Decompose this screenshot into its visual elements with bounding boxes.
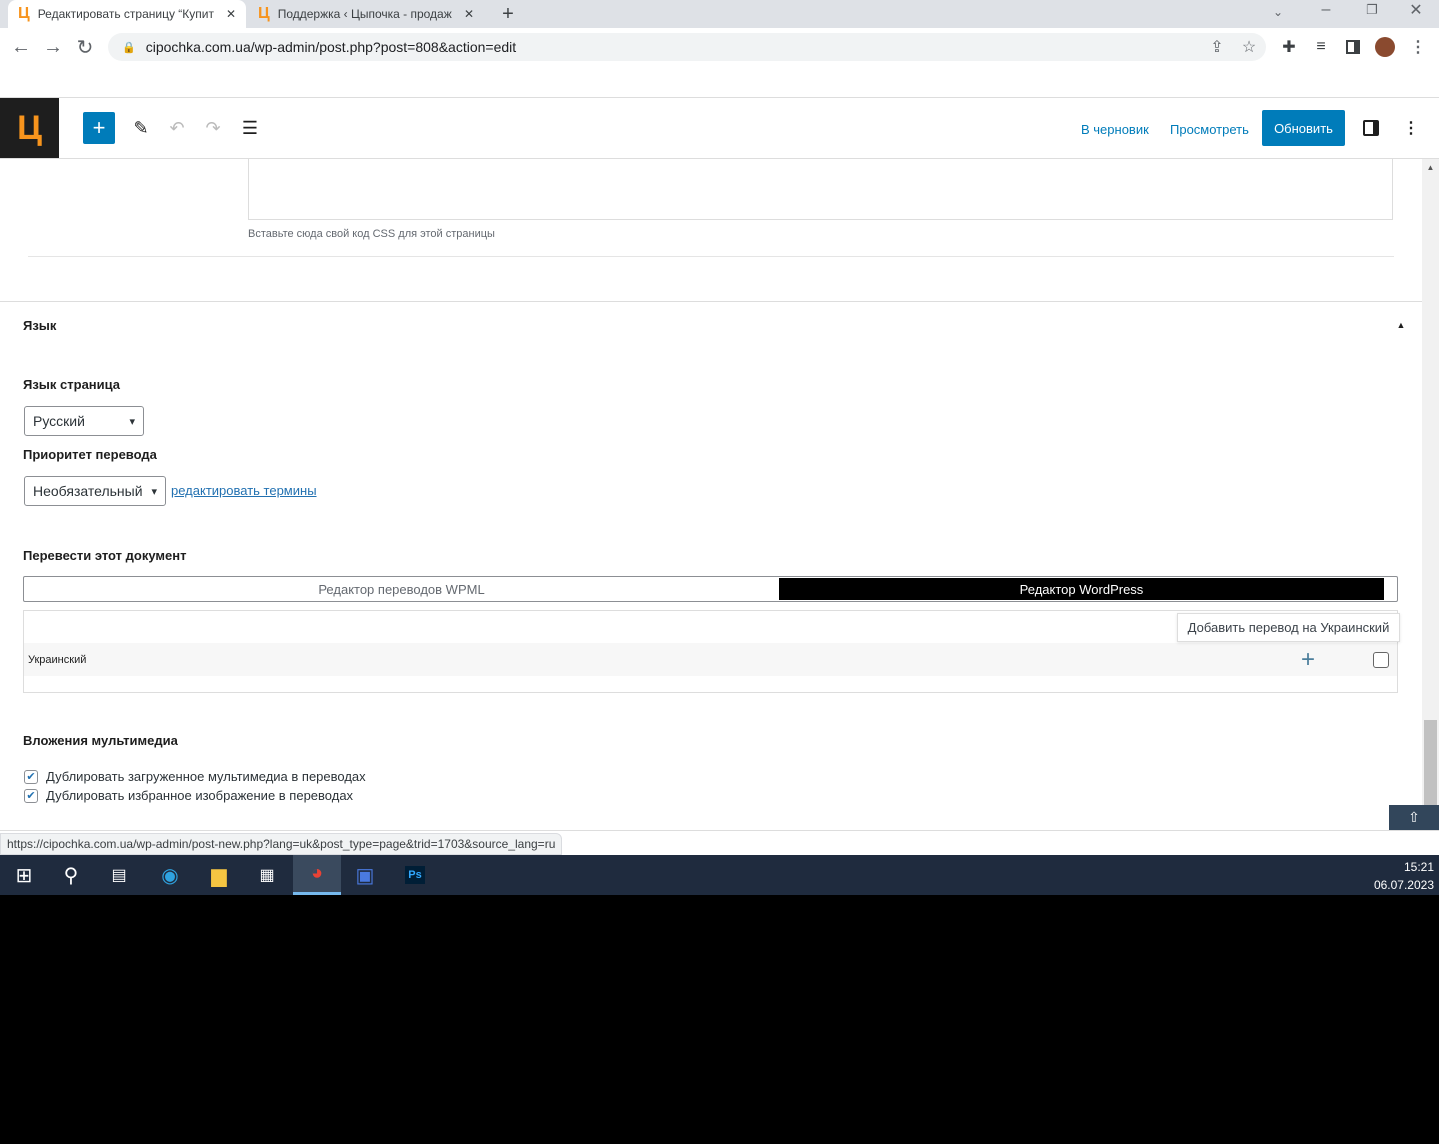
store-icon[interactable]: ▦	[243, 855, 291, 895]
update-button[interactable]: Обновить	[1262, 110, 1345, 146]
tab-search-chevron-icon[interactable]: ⌄	[1268, 2, 1288, 22]
profile-avatar[interactable]	[1375, 37, 1395, 57]
add-block-button[interactable]: +	[83, 112, 115, 144]
tab-title: Редактировать страницу “Купит	[37, 7, 214, 21]
scrollbar-thumb[interactable]	[1424, 720, 1437, 805]
priority-label: Приоритет перевода	[23, 447, 157, 462]
duplicate-media-option[interactable]: ✔ Дублировать загруженное мультимедиа в …	[24, 769, 366, 784]
settings-sidebar-icon[interactable]	[1363, 120, 1379, 136]
side-panel-icon[interactable]	[1346, 40, 1360, 54]
options-menu-icon[interactable]: ⋮	[1401, 117, 1421, 139]
photoshop-icon[interactable]: Ps	[391, 855, 439, 895]
back-to-top-icon[interactable]: ⇧	[1389, 805, 1439, 830]
save-draft-button[interactable]: В черновик	[1081, 122, 1149, 137]
divider	[0, 301, 1422, 302]
list-view-icon[interactable]: ☰	[238, 116, 262, 140]
scroll-up-icon[interactable]: ▲	[1424, 160, 1437, 174]
priority-select[interactable]: Необязательный ▾	[24, 476, 166, 506]
chevron-down-icon: ▾	[129, 415, 135, 428]
minimize-icon[interactable]: –	[1316, 0, 1336, 20]
close-window-icon[interactable]: ✕	[1406, 0, 1426, 20]
preview-button[interactable]: Просмотреть	[1170, 122, 1249, 137]
wpml-editor-option[interactable]: Редактор переводов WPML	[24, 577, 779, 601]
divider	[0, 830, 1439, 831]
chevron-down-icon: ▾	[151, 485, 157, 498]
restore-icon[interactable]: ❐	[1362, 0, 1382, 20]
translate-doc-label: Перевести этот документ	[23, 548, 187, 563]
back-icon[interactable]: ←	[10, 36, 32, 58]
add-translation-tooltip: Добавить перевод на Украинский	[1177, 613, 1400, 642]
windows-start-icon[interactable]: ⊞	[0, 855, 48, 895]
clock-date: 06.07.2023	[1373, 878, 1434, 892]
floppy-app-icon[interactable]: ▣	[341, 855, 389, 895]
page-language-select[interactable]: Русский ▾	[24, 406, 144, 436]
custom-css-textarea[interactable]	[248, 159, 1393, 220]
search-icon[interactable]: ⚲	[47, 855, 95, 895]
close-icon[interactable]: ✕	[464, 7, 474, 21]
tab-title: Поддержка ‹ Цыпочка - продаж	[277, 7, 452, 21]
add-translation-plus-icon[interactable]: +	[1297, 646, 1319, 673]
site-logo[interactable]: Ц	[0, 98, 59, 158]
option-label: Дублировать избранное изображение в пере…	[46, 788, 354, 803]
bookmark-star-icon[interactable]: ☆	[1238, 37, 1260, 57]
css-help-text: Вставьте сюда свой код CSS для этой стра…	[248, 228, 495, 240]
option-label: Дублировать загруженное мультимедиа в пе…	[46, 769, 366, 784]
checkbox-checked-icon[interactable]: ✔	[24, 769, 38, 784]
redo-icon[interactable]: ↷	[202, 116, 224, 140]
close-icon[interactable]: ✕	[226, 7, 236, 21]
lock-icon: 🔒	[122, 41, 136, 54]
selected-value: Необязательный	[33, 483, 143, 499]
media-label: Вложения мультимедиа	[23, 733, 178, 748]
language-panel-title: Язык	[23, 318, 57, 333]
edit-terms-link[interactable]: редактировать термины	[171, 483, 317, 498]
media-queue-icon[interactable]: ≡	[1310, 37, 1332, 57]
browser-menu-icon[interactable]: ⋮	[1408, 37, 1428, 57]
task-view-icon[interactable]: ▤	[95, 855, 143, 895]
browser-tab[interactable]: Ц Поддержка ‹ Цыпочка - продаж ✕	[248, 0, 484, 28]
forward-icon[interactable]: →	[42, 36, 64, 58]
status-bar-url: https://cipochka.com.ua/wp-admin/post-ne…	[0, 833, 563, 855]
wordpress-editor-option[interactable]: Редактор WordPress	[779, 578, 1384, 600]
selected-value: Русский	[33, 413, 85, 429]
table-row	[24, 643, 1397, 676]
translation-checkbox[interactable]	[1373, 652, 1389, 668]
language-name: Украинский	[28, 654, 87, 666]
site-favicon: Ц	[18, 5, 30, 22]
undo-icon[interactable]: ↶	[166, 116, 188, 140]
checkbox-checked-icon[interactable]: ✔	[24, 788, 38, 803]
url-text: cipochka.com.ua/wp-admin/post.php?post=8…	[145, 39, 517, 55]
browser-tab-active[interactable]: Ц Редактировать страницу “Купит ✕	[8, 0, 246, 28]
page-language-label: Язык страница	[23, 377, 121, 392]
pencil-icon[interactable]: ✎	[130, 116, 152, 140]
reload-icon[interactable]: ↻	[74, 36, 96, 59]
site-favicon: Ц	[258, 5, 270, 22]
clock-time: 15:21	[1403, 860, 1434, 874]
share-icon[interactable]: ⇪	[1206, 37, 1228, 57]
new-tab-icon[interactable]: +	[498, 2, 518, 26]
extensions-icon[interactable]: ✚	[1278, 37, 1300, 57]
divider	[28, 256, 1394, 257]
file-explorer-icon[interactable]: ▆	[195, 855, 243, 895]
edge-icon[interactable]: ◉	[146, 855, 194, 895]
chrome-icon[interactable]: ◕	[293, 855, 341, 895]
duplicate-featured-image-option[interactable]: ✔ Дублировать избранное изображение в пе…	[24, 788, 353, 803]
address-bar[interactable]: 🔒 cipochka.com.ua/wp-admin/post.php?post…	[108, 33, 1266, 61]
collapse-panel-icon[interactable]: ▲	[1394, 318, 1408, 332]
system-clock[interactable]: 15:21 06.07.2023	[1370, 858, 1434, 894]
